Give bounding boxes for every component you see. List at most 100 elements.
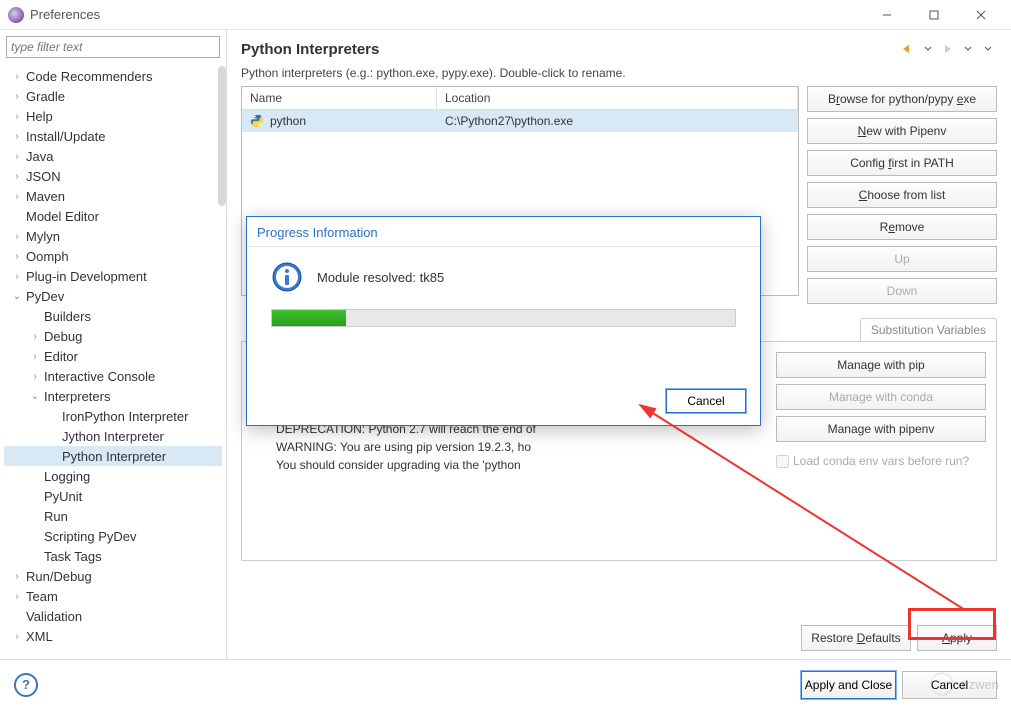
col-location[interactable]: Location: [437, 87, 798, 109]
tree-item-logging[interactable]: ›Logging: [4, 466, 222, 486]
chevron-down-icon[interactable]: ⌄: [10, 291, 24, 302]
tree-item-gradle[interactable]: ›Gradle: [4, 86, 222, 106]
tree-item-ironpython-interpreter[interactable]: ›IronPython Interpreter: [4, 406, 222, 426]
chevron-right-icon[interactable]: ›: [10, 151, 24, 162]
tree-item-builders[interactable]: ›Builders: [4, 306, 222, 326]
nav-back-dropdown-icon[interactable]: [919, 40, 937, 58]
chevron-right-icon[interactable]: ›: [10, 251, 24, 262]
tree-item-plug-in-development[interactable]: ›Plug-in Development: [4, 266, 222, 286]
tree-item-python-interpreter[interactable]: ›Python Interpreter: [4, 446, 222, 466]
chevron-right-icon[interactable]: ›: [28, 331, 42, 342]
progress-dialog: Progress Information Module resolved: tk…: [246, 216, 761, 426]
tree-item-interpreters[interactable]: ⌄Interpreters: [4, 386, 222, 406]
nav-back-icon[interactable]: [899, 40, 917, 58]
tree-item-task-tags[interactable]: ›Task Tags: [4, 546, 222, 566]
manage-conda-button[interactable]: Manage with conda: [776, 384, 986, 410]
dialog-cancel-button[interactable]: Cancel: [666, 389, 746, 413]
tree-item-label: Editor: [44, 349, 78, 364]
tree-item-run-debug[interactable]: ›Run/Debug: [4, 566, 222, 586]
pkg-msg-line: You should consider upgrading via the 'p…: [276, 456, 768, 474]
tree-item-label: Debug: [44, 329, 82, 344]
tree-item-oomph[interactable]: ›Oomph: [4, 246, 222, 266]
tree-item-install-update[interactable]: ›Install/Update: [4, 126, 222, 146]
apply-close-button[interactable]: Apply and Close: [801, 671, 896, 699]
filter-input[interactable]: [6, 36, 220, 58]
chevron-right-icon[interactable]: ›: [10, 191, 24, 202]
choose-list-button[interactable]: Choose from list: [807, 182, 997, 208]
chevron-right-icon[interactable]: ›: [10, 271, 24, 282]
col-name[interactable]: Name: [242, 87, 437, 109]
tree-item-label: Jython Interpreter: [62, 429, 164, 444]
manage-pip-button[interactable]: Manage with pip: [776, 352, 986, 378]
new-pipenv-button[interactable]: New with Pipenv: [807, 118, 997, 144]
chevron-right-icon[interactable]: ›: [28, 351, 42, 362]
chevron-down-icon[interactable]: ⌄: [28, 391, 42, 402]
chevron-right-icon[interactable]: ›: [10, 231, 24, 242]
cell-location: C:\Python27\python.exe: [437, 110, 798, 132]
table-row[interactable]: python C:\Python27\python.exe: [242, 110, 798, 132]
tree-item-mylyn[interactable]: ›Mylyn: [4, 226, 222, 246]
chevron-right-icon[interactable]: ›: [10, 631, 24, 642]
chevron-right-icon[interactable]: ›: [10, 111, 24, 122]
tree-item-model-editor[interactable]: ›Model Editor: [4, 206, 222, 226]
restore-defaults-button[interactable]: Restore Defaults: [801, 625, 911, 651]
tree-item-label: Run: [44, 509, 68, 524]
tree-item-maven[interactable]: ›Maven: [4, 186, 222, 206]
scrollbar-thumb[interactable]: [218, 66, 226, 206]
titlebar: Preferences: [0, 0, 1011, 30]
tree-item-editor[interactable]: ›Editor: [4, 346, 222, 366]
tree-item-label: Python Interpreter: [62, 449, 166, 464]
tree-item-label: IronPython Interpreter: [62, 409, 188, 424]
load-conda-checkbox[interactable]: [776, 455, 789, 468]
progress-bar: [271, 309, 736, 327]
tree-item-label: Team: [26, 589, 58, 604]
config-path-button[interactable]: Config first in PATH: [807, 150, 997, 176]
preference-tree[interactable]: ›Code Recommenders›Gradle›Help›Install/U…: [0, 66, 226, 659]
nav-forward-dropdown-icon[interactable]: [959, 40, 977, 58]
tree-item-jython-interpreter[interactable]: ›Jython Interpreter: [4, 426, 222, 446]
tree-item-json[interactable]: ›JSON: [4, 166, 222, 186]
chevron-right-icon[interactable]: ›: [10, 131, 24, 142]
maximize-button[interactable]: [911, 1, 956, 29]
help-icon[interactable]: ?: [14, 673, 38, 697]
progress-message: Module resolved: tk85: [317, 270, 444, 285]
page-description: Python interpreters (e.g.: python.exe, p…: [227, 66, 1011, 86]
manage-pipenv-button[interactable]: Manage with pipenv: [776, 416, 986, 442]
tree-item-interactive-console[interactable]: ›Interactive Console: [4, 366, 222, 386]
tree-item-help[interactable]: ›Help: [4, 106, 222, 126]
chevron-right-icon[interactable]: ›: [10, 171, 24, 182]
tree-item-pyunit[interactable]: ›PyUnit: [4, 486, 222, 506]
footer: ? Apply and Close Cancel: [0, 659, 1011, 709]
tree-item-code-recommenders[interactable]: ›Code Recommenders: [4, 66, 222, 86]
tab-substitution-variables[interactable]: Substitution Variables: [860, 318, 997, 341]
tree-item-label: Interpreters: [44, 389, 110, 404]
tree-item-xml[interactable]: ›XML: [4, 626, 222, 646]
tree-item-run[interactable]: ›Run: [4, 506, 222, 526]
nav-menu-icon[interactable]: [979, 40, 997, 58]
down-button[interactable]: Down: [807, 278, 997, 304]
chevron-right-icon[interactable]: ›: [10, 91, 24, 102]
chevron-right-icon[interactable]: ›: [10, 571, 24, 582]
tree-item-label: PyDev: [26, 289, 64, 304]
load-conda-label: Load conda env vars before run?: [793, 454, 969, 468]
minimize-button[interactable]: [864, 1, 909, 29]
tree-item-validation[interactable]: ›Validation: [4, 606, 222, 626]
apply-button[interactable]: Apply: [917, 625, 997, 651]
tree-item-label: Gradle: [26, 89, 65, 104]
tree-item-pydev[interactable]: ⌄PyDev: [4, 286, 222, 306]
close-button[interactable]: [958, 1, 1003, 29]
chevron-right-icon[interactable]: ›: [10, 71, 24, 82]
nav-forward-icon[interactable]: [939, 40, 957, 58]
chevron-right-icon[interactable]: ›: [28, 371, 42, 382]
chevron-right-icon[interactable]: ›: [10, 591, 24, 602]
remove-button[interactable]: Remove: [807, 214, 997, 240]
window-title: Preferences: [30, 7, 864, 22]
tree-item-label: Java: [26, 149, 53, 164]
up-button[interactable]: Up: [807, 246, 997, 272]
tree-item-team[interactable]: ›Team: [4, 586, 222, 606]
tree-item-label: Run/Debug: [26, 569, 92, 584]
tree-item-debug[interactable]: ›Debug: [4, 326, 222, 346]
browse-button[interactable]: Browse for python/pypy exe: [807, 86, 997, 112]
tree-item-scripting-pydev[interactable]: ›Scripting PyDev: [4, 526, 222, 546]
tree-item-java[interactable]: ›Java: [4, 146, 222, 166]
